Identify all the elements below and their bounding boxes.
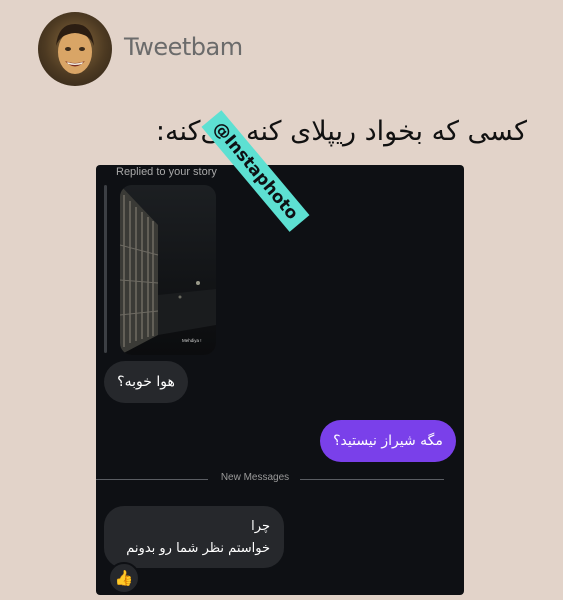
profile-avatar[interactable]	[38, 12, 112, 86]
thumbs-up-reaction-icon[interactable]: 👍	[108, 562, 140, 594]
received-message-2-line2: خواستم نظر شما رو بدونم	[126, 541, 270, 556]
username[interactable]: Tweetbam	[124, 33, 243, 61]
story-photo-image: Mehdiya !	[120, 185, 216, 355]
received-message-2-line1: چرا	[251, 519, 270, 534]
new-messages-divider: New Messages	[220, 472, 290, 483]
story-thumbnail[interactable]: Mehdiya !	[120, 185, 216, 355]
reply-quote-bar	[104, 185, 107, 353]
received-message-1[interactable]: هوا خوبه؟	[104, 361, 188, 403]
sent-message-1[interactable]: مگه شیراز نیستید؟	[320, 420, 456, 462]
divider-line-left	[96, 479, 208, 480]
replied-to-story-label: Replied to your story	[116, 166, 217, 178]
avatar-face-image	[56, 24, 94, 74]
received-message-2[interactable]: چرا خواستم نظر شما رو بدونم	[104, 506, 284, 568]
divider-line-right	[300, 479, 444, 480]
story-caption: Mehdiya !	[182, 338, 202, 343]
dm-screenshot: Replied to your story Mehdiya ! هوا خوبه…	[96, 165, 464, 595]
